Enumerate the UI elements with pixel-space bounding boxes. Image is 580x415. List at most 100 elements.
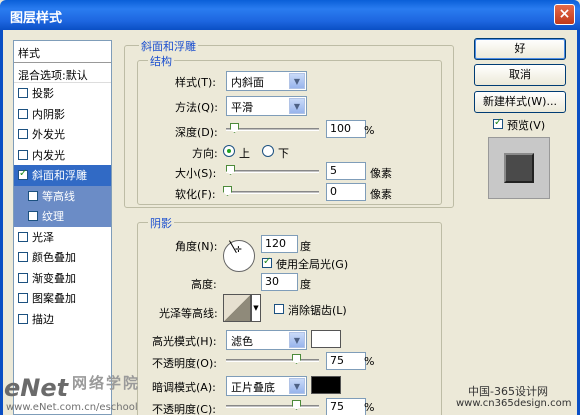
highlight-opacity-input[interactable]: 75 <box>326 352 366 370</box>
style-select[interactable]: 内斜面 ▼ <box>226 71 307 91</box>
direction-down-label: 下 <box>278 147 289 160</box>
style-checkbox[interactable] <box>18 313 28 324</box>
ok-button[interactable]: 好 <box>474 38 566 60</box>
list-item[interactable]: 投影 <box>14 83 111 104</box>
style-label: 投影 <box>32 87 54 101</box>
chevron-down-icon: ▼ <box>289 98 305 114</box>
list-item[interactable]: 内发光 <box>14 145 111 166</box>
list-item[interactable]: 外发光 <box>14 124 111 145</box>
styles-list-header[interactable]: 样式 <box>14 41 111 63</box>
depth-unit: % <box>364 124 375 137</box>
direction-label: 方向: <box>192 147 218 160</box>
size-input[interactable]: 5 <box>326 162 366 180</box>
cn365-watermark-url: www.cn365design.com <box>456 398 572 409</box>
list-item[interactable]: 斜面和浮雕 <box>14 165 111 186</box>
style-label: 图案叠加 <box>32 292 76 306</box>
depth-slider[interactable] <box>226 128 319 131</box>
style-label: 描边 <box>32 312 54 326</box>
chevron-down-icon: ▼ <box>289 378 305 394</box>
depth-label: 深度(D): <box>175 126 218 139</box>
list-item[interactable]: 等高线 <box>14 185 111 206</box>
blend-options-item[interactable]: 混合选项:默认 <box>14 63 111 83</box>
list-item[interactable]: 纹理 <box>14 206 111 227</box>
angle-input[interactable]: 120 <box>261 235 298 253</box>
style-checkbox[interactable] <box>18 129 28 140</box>
list-item[interactable]: 描边 <box>14 309 111 330</box>
shadow-mode-value: 正片叠底 <box>231 381 275 394</box>
highlight-opacity-label: 不透明度(O): <box>152 357 217 370</box>
technique-label: 方法(Q): <box>175 101 218 114</box>
technique-select[interactable]: 平滑 ▼ <box>226 96 307 116</box>
enet-watermark-cn: 网络学院 <box>72 374 141 392</box>
style-checkbox[interactable] <box>18 168 28 181</box>
altitude-label: 高度: <box>191 278 217 291</box>
cancel-button[interactable]: 取消 <box>474 64 566 86</box>
new-style-button[interactable]: 新建样式(W)... <box>474 91 566 113</box>
chevron-down-icon[interactable]: ▼ <box>251 294 261 322</box>
highlight-color-swatch[interactable] <box>311 330 341 348</box>
preview-thumbnail <box>488 137 550 199</box>
angle-dial[interactable]: ✛ <box>223 240 255 272</box>
shading-title: 阴影 <box>148 215 174 231</box>
style-checkbox[interactable] <box>28 190 38 201</box>
style-label: 纹理 <box>42 210 64 224</box>
technique-select-value: 平滑 <box>231 101 253 114</box>
size-unit: 像素 <box>370 167 392 180</box>
style-label: 外发光 <box>32 128 65 142</box>
style-checkbox[interactable] <box>28 211 38 222</box>
shadow-mode-select[interactable]: 正片叠底 ▼ <box>226 376 307 396</box>
shadow-color-swatch[interactable] <box>311 376 341 394</box>
depth-input[interactable]: 100 <box>326 120 366 138</box>
cn365-watermark: 中国-365设计网 <box>468 385 548 398</box>
bevel-emboss-title: 斜面和浮雕 <box>139 38 198 54</box>
style-checkbox[interactable] <box>18 293 28 304</box>
soften-slider[interactable] <box>226 191 319 194</box>
list-item[interactable]: 内阴影 <box>14 104 111 125</box>
antialias-label: 消除锯齿(L) <box>288 304 347 317</box>
global-light-checkbox[interactable] <box>262 256 272 268</box>
style-select-value: 内斜面 <box>231 76 264 89</box>
list-item[interactable]: 光泽 <box>14 227 111 248</box>
angle-unit: 度 <box>300 240 311 253</box>
list-item[interactable]: 图案叠加 <box>14 288 111 309</box>
highlight-mode-label: 高光模式(H): <box>152 335 217 348</box>
soften-input[interactable]: 0 <box>326 183 366 201</box>
title-bar: 图层样式 × <box>0 0 580 30</box>
list-item[interactable]: 颜色叠加 <box>14 247 111 268</box>
chevron-down-icon: ▼ <box>289 73 305 89</box>
direction-up-radio[interactable] <box>223 145 235 157</box>
size-label: 大小(S): <box>175 167 217 180</box>
altitude-unit: 度 <box>300 278 311 291</box>
style-checkbox[interactable] <box>18 272 28 283</box>
style-checkbox[interactable] <box>18 252 28 263</box>
style-label: 样式(T): <box>175 76 217 89</box>
shadow-opacity-slider[interactable] <box>226 405 319 408</box>
preview-square <box>504 153 534 183</box>
enet-watermark-logo: eNet <box>4 374 69 402</box>
soften-unit: 像素 <box>370 188 392 201</box>
antialias-checkbox[interactable] <box>274 304 284 314</box>
close-button[interactable]: × <box>554 4 575 25</box>
chevron-down-icon: ▼ <box>289 332 305 348</box>
direction-down-radio[interactable] <box>262 145 274 157</box>
altitude-input[interactable]: 30 <box>261 273 298 291</box>
angle-label: 角度(N): <box>175 240 218 253</box>
enet-watermark-url: www.eNet.com.cn/eschool <box>6 402 138 413</box>
shadow-mode-label: 暗调模式(A): <box>152 381 216 394</box>
style-label: 光泽 <box>32 230 54 244</box>
highlight-mode-select[interactable]: 滤色 ▼ <box>226 330 307 350</box>
style-checkbox[interactable] <box>18 149 28 160</box>
style-checkbox[interactable] <box>18 88 28 99</box>
shadow-opacity-input[interactable]: 75 <box>326 398 366 415</box>
highlight-opacity-slider[interactable] <box>226 359 319 362</box>
style-checkbox[interactable] <box>18 231 28 242</box>
preview-checkbox[interactable] <box>493 117 503 129</box>
shadow-opacity-label: 不透明度(C): <box>152 403 216 415</box>
gloss-contour-preview[interactable] <box>223 294 251 322</box>
list-item[interactable]: 渐变叠加 <box>14 268 111 289</box>
style-checkbox[interactable] <box>18 108 28 119</box>
global-light-label: 使用全局光(G) <box>276 258 349 271</box>
size-slider[interactable] <box>226 170 319 173</box>
style-label: 内发光 <box>32 148 65 162</box>
preview-label: 预览(V) <box>507 119 546 132</box>
